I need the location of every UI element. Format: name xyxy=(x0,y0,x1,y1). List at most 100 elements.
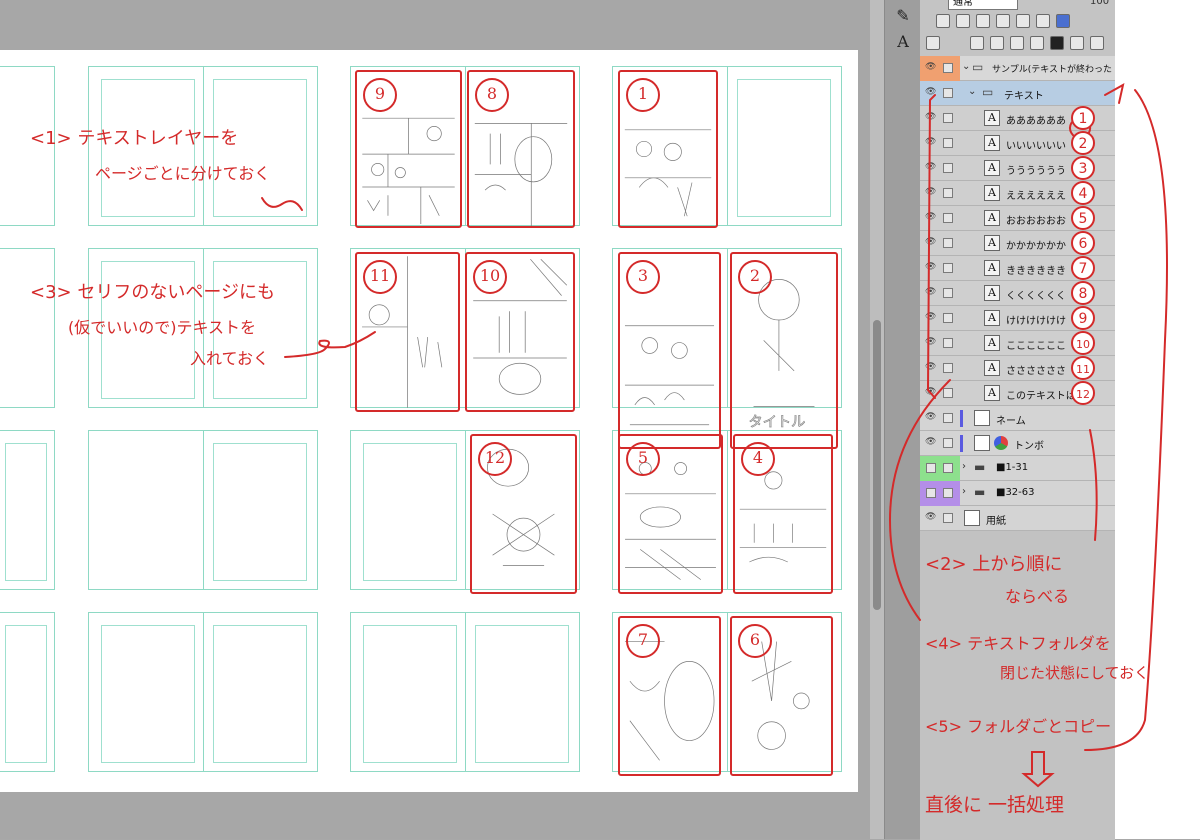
layer-lock-checkbox[interactable] xyxy=(943,188,953,198)
layer-row-text[interactable]: 👁 A かかかかかか xyxy=(920,231,1115,256)
layer-mask-icon[interactable] xyxy=(1050,36,1064,50)
layer-lock-checkbox[interactable] xyxy=(926,488,936,498)
visibility-eye-icon[interactable]: 👁 xyxy=(925,138,937,147)
page-sketch-8[interactable]: 8 xyxy=(467,70,575,228)
layer-row-folder-1-31[interactable]: › ▬ ■1-31 xyxy=(920,456,1115,481)
layer-lock-checkbox[interactable] xyxy=(943,513,953,523)
merge-icon[interactable] xyxy=(1010,36,1024,50)
chevron-right-icon[interactable]: › xyxy=(962,486,966,497)
layer-lock-checkbox[interactable] xyxy=(943,438,953,448)
page-sketch-5[interactable]: 5 xyxy=(618,434,723,594)
page-sketch-7[interactable]: 7 xyxy=(618,616,721,776)
chevron-down-icon[interactable]: ⌄ xyxy=(968,86,976,97)
visibility-eye-icon[interactable]: 👁 xyxy=(925,63,937,72)
layer-row-text[interactable]: 👁 A おおおおおお xyxy=(920,206,1115,231)
clip-icon[interactable] xyxy=(976,14,990,28)
new-raster-layer-icon[interactable] xyxy=(936,14,950,28)
reference-icon[interactable] xyxy=(1016,14,1030,28)
visibility-eye-icon[interactable]: 👁 xyxy=(925,238,937,247)
layer-lock-checkbox[interactable] xyxy=(943,63,953,73)
blend-mode-select[interactable]: 通常 xyxy=(948,0,1018,10)
layer-lock-checkbox[interactable] xyxy=(943,413,953,423)
layer-row-text[interactable]: 👁 A ささささささ xyxy=(920,356,1115,381)
page-sketch-2[interactable]: タイトル 2 xyxy=(730,252,838,449)
layer-row-tombo[interactable]: 👁 トンボ xyxy=(920,431,1115,456)
delete-layer-icon[interactable] xyxy=(1090,36,1104,50)
visibility-eye-icon[interactable]: 👁 xyxy=(925,113,937,122)
layer-lock-checkbox[interactable] xyxy=(943,238,953,248)
spread[interactable] xyxy=(0,612,55,772)
layer-lock-checkbox[interactable] xyxy=(943,288,953,298)
visibility-eye-icon[interactable]: 👁 xyxy=(925,363,937,372)
vertical-scrollbar[interactable] xyxy=(870,0,884,839)
layer-lock-checkbox[interactable] xyxy=(943,263,953,273)
color-icon[interactable] xyxy=(1056,14,1070,28)
visibility-eye-icon[interactable]: 👁 xyxy=(925,413,937,422)
visibility-eye-icon[interactable]: 👁 xyxy=(925,388,937,397)
scroll-thumb[interactable] xyxy=(873,320,881,610)
layer-row-text[interactable]: 👁 A うううううう xyxy=(920,156,1115,181)
page-sketch-1[interactable]: 1 xyxy=(618,70,718,228)
spread[interactable] xyxy=(88,430,318,590)
pen-icon[interactable]: ✎ xyxy=(891,6,915,28)
layer-lock-checkbox[interactable] xyxy=(943,338,953,348)
spread[interactable] xyxy=(350,612,580,772)
visibility-eye-icon[interactable]: 👁 xyxy=(925,313,937,322)
layer-row-text-folder[interactable]: 👁 ⌄ ▭ テキスト xyxy=(920,81,1115,106)
visibility-eye-icon[interactable]: 👁 xyxy=(925,263,937,272)
combine-icon[interactable] xyxy=(1030,36,1044,50)
layer-row-sample-folder[interactable]: 👁 ⌄ ▭ サンプル(テキストが終わったら消し xyxy=(920,56,1115,81)
new-vector-layer-icon[interactable] xyxy=(956,14,970,28)
layer-lock-checkbox[interactable] xyxy=(943,388,953,398)
layer-row-text[interactable]: 👁 A くくくくくく xyxy=(920,281,1115,306)
spread[interactable] xyxy=(88,612,318,772)
page-sketch-12[interactable]: 12 xyxy=(470,434,577,594)
page-sketch-3[interactable]: 3 xyxy=(618,252,721,449)
new-layer-icon[interactable] xyxy=(970,36,984,50)
layer-row-text[interactable]: 👁 A ええええええ xyxy=(920,181,1115,206)
page-sketch-9[interactable]: 9 xyxy=(355,70,462,228)
spread[interactable] xyxy=(0,430,55,590)
visibility-eye-icon[interactable]: 👁 xyxy=(925,88,937,97)
text-tool-icon[interactable]: A xyxy=(891,32,915,54)
panel-menu-icon[interactable] xyxy=(926,36,940,50)
mask-icon[interactable] xyxy=(1036,14,1050,28)
layer-row-text[interactable]: 👁 A ここここここ xyxy=(920,331,1115,356)
layer-lock-checkbox[interactable] xyxy=(926,463,936,473)
layer-lock-checkbox[interactable] xyxy=(943,88,953,98)
page-sketch-11[interactable]: 11 xyxy=(355,252,460,412)
visibility-eye-icon[interactable]: 👁 xyxy=(925,513,937,522)
visibility-eye-icon[interactable]: 👁 xyxy=(925,163,937,172)
layer-lock-checkbox[interactable] xyxy=(943,363,953,373)
opacity-value[interactable]: 100 xyxy=(1090,0,1109,7)
chevron-down-icon[interactable]: ⌄ xyxy=(962,61,970,72)
layer-lock-checkbox[interactable] xyxy=(943,213,953,223)
page-sketch-4[interactable]: 4 xyxy=(733,434,833,594)
lock-icon[interactable] xyxy=(996,14,1010,28)
layer-lock-checkbox[interactable] xyxy=(943,488,953,498)
visibility-eye-icon[interactable]: 👁 xyxy=(925,338,937,347)
new-folder-icon[interactable] xyxy=(990,36,1004,50)
layer-row-folder-32-63[interactable]: › ▬ ■32-63 xyxy=(920,481,1115,506)
layer-row-text[interactable]: 👁 A けけけけけけ xyxy=(920,306,1115,331)
spread[interactable] xyxy=(0,248,55,408)
layer-lock-checkbox[interactable] xyxy=(943,138,953,148)
chevron-right-icon[interactable]: › xyxy=(962,461,966,472)
duplicate-icon[interactable] xyxy=(1070,36,1084,50)
layer-row-name-layer[interactable]: 👁 ネーム xyxy=(920,406,1115,431)
layer-row-text[interactable]: 👁 A ああああああ xyxy=(920,106,1115,131)
visibility-eye-icon[interactable]: 👁 xyxy=(925,188,937,197)
page-sketch-10[interactable]: 10 xyxy=(465,252,575,412)
visibility-eye-icon[interactable]: 👁 xyxy=(925,438,937,447)
layer-lock-checkbox[interactable] xyxy=(943,313,953,323)
layer-lock-checkbox[interactable] xyxy=(943,463,953,473)
layer-row-paper[interactable]: 👁 用紙 xyxy=(920,506,1115,531)
layer-lock-checkbox[interactable] xyxy=(943,163,953,173)
layer-row-text[interactable]: 👁 A きききききき xyxy=(920,256,1115,281)
layer-lock-checkbox[interactable] xyxy=(943,113,953,123)
visibility-eye-icon[interactable]: 👁 xyxy=(925,213,937,222)
layer-row-text[interactable]: 👁 A このテキストは デ xyxy=(920,381,1115,406)
visibility-eye-icon[interactable]: 👁 xyxy=(925,288,937,297)
page-sketch-6[interactable]: 6 xyxy=(730,616,833,776)
layer-row-text[interactable]: 👁 A いいいいいい xyxy=(920,131,1115,156)
